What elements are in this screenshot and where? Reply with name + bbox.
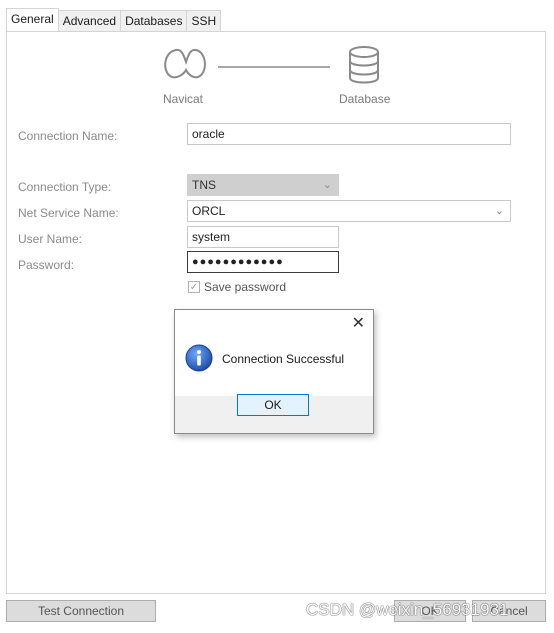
net-service-name-value: ORCL	[192, 204, 226, 218]
navicat-label: Navicat	[163, 92, 204, 106]
connection-type-select[interactable]: TNS ⌄	[187, 174, 339, 196]
connection-name-field[interactable]: oracle	[187, 123, 511, 145]
connection-type-value: TNS	[192, 178, 216, 192]
save-password-label: Save password	[204, 280, 287, 294]
tab-ssh[interactable]: SSH	[186, 10, 222, 31]
dialog-message: Connection Successful	[222, 352, 345, 366]
chevron-down-icon: ⌄	[322, 179, 332, 191]
net-service-name-label: Net Service Name:	[18, 206, 119, 220]
database-label: Database	[339, 92, 391, 106]
tab-bar: General Advanced Databases SSH	[6, 8, 222, 32]
tab-general[interactable]: General	[6, 8, 59, 31]
tab-databases[interactable]: Databases	[120, 10, 188, 31]
dialog-titlebar: ✕	[175, 310, 373, 336]
connection-dialog: ✕ Connection Successful OK	[174, 309, 374, 434]
info-icon	[185, 344, 213, 372]
close-icon[interactable]: ✕	[352, 313, 365, 333]
connection-type-label: Connection Type:	[18, 180, 112, 194]
save-password-checkbox[interactable]: ✓	[188, 281, 200, 293]
net-service-name-select[interactable]: ORCL ⌄	[187, 200, 511, 222]
save-password-row[interactable]: ✓ Save password	[188, 280, 286, 294]
dialog-body: Connection Successful	[175, 336, 373, 396]
password-field[interactable]: ●●●●●●●●●●●●	[187, 251, 339, 273]
tab-advanced[interactable]: Advanced	[57, 10, 122, 31]
connection-diagram	[164, 46, 379, 84]
watermark: CSDN @weixin_56931931	[306, 600, 509, 619]
database-icon	[349, 46, 379, 84]
test-connection-button[interactable]: Test Connection	[6, 600, 156, 622]
navicat-icon	[164, 48, 206, 79]
chevron-down-icon: ⌄	[494, 205, 504, 217]
user-name-field[interactable]: system	[187, 226, 339, 248]
dialog-ok-button[interactable]: OK	[237, 394, 309, 416]
password-label: Password:	[18, 258, 75, 272]
connection-name-label: Connection Name:	[18, 129, 118, 143]
user-name-label: User Name:	[18, 232, 83, 246]
